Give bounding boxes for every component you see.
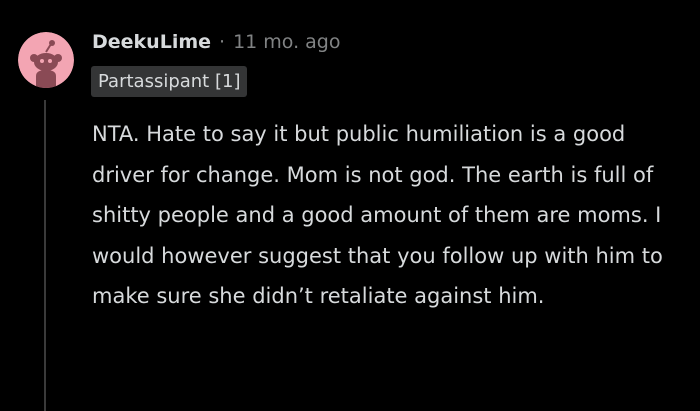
avatar[interactable] <box>18 32 74 88</box>
comment-header: DeekuLime · 11 mo. ago <box>92 27 341 57</box>
user-flair: Partassipant [1] <box>91 66 248 97</box>
snoo-avatar-icon <box>18 32 74 88</box>
comment: DeekuLime · 11 mo. ago Partassipant [1] … <box>0 0 700 411</box>
thread-line[interactable] <box>44 100 46 411</box>
username-link[interactable]: DeekuLime <box>92 31 211 53</box>
comment-body: NTA. Hate to say it but public humiliati… <box>92 122 663 308</box>
separator-dot: · <box>219 31 226 53</box>
timestamp-link[interactable]: 11 mo. ago <box>233 31 340 53</box>
